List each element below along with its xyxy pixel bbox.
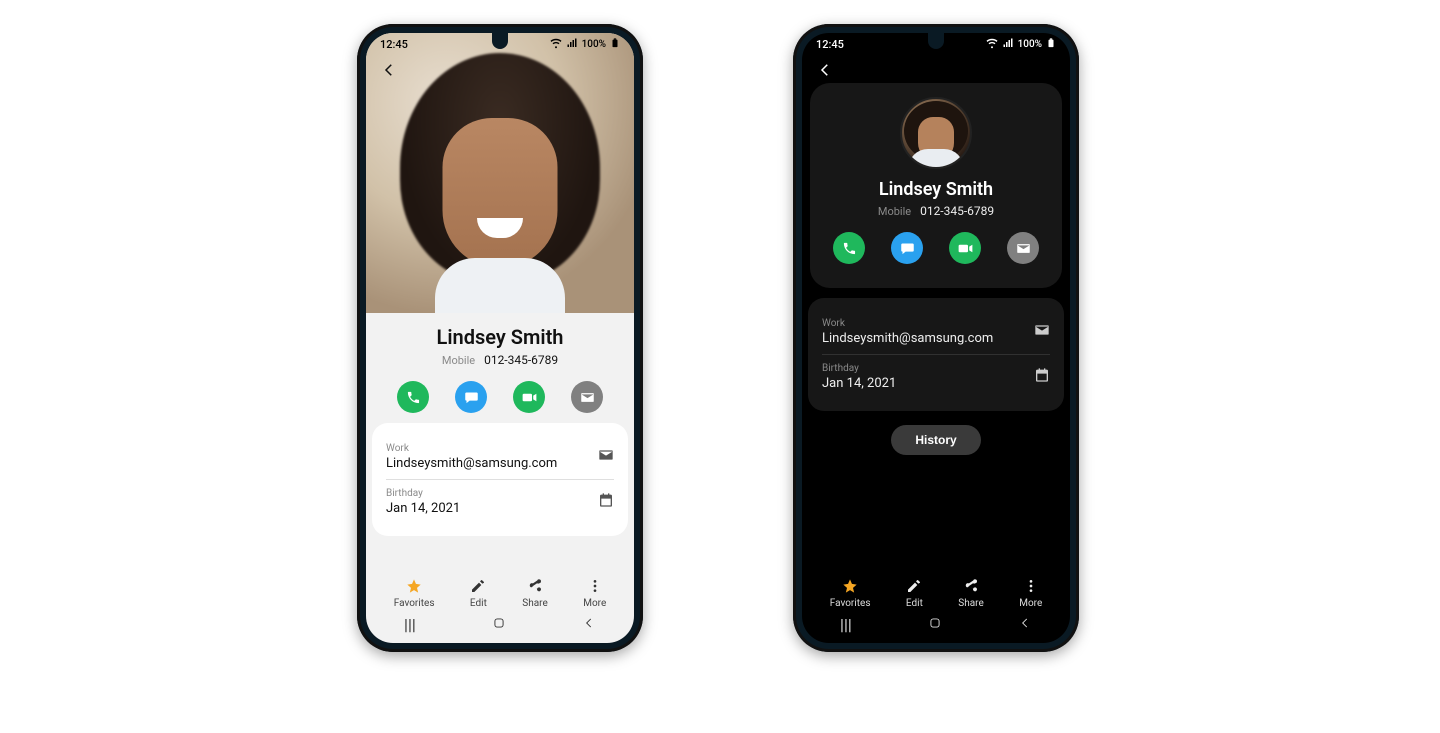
more-button[interactable]: More: [583, 578, 606, 609]
call-button[interactable]: [833, 232, 865, 264]
share-button[interactable]: Share: [522, 578, 547, 609]
more-button[interactable]: More: [1019, 578, 1042, 609]
work-row[interactable]: Work Lindseysmith@samsung.com: [822, 310, 1050, 354]
email-button[interactable]: [1007, 232, 1039, 264]
call-button[interactable]: [397, 381, 429, 413]
mobile-line: Mobile 012-345-6789: [824, 204, 1048, 218]
details-card: Work Lindseysmith@samsung.com Birthday J…: [372, 423, 628, 536]
work-label: Work: [386, 443, 557, 454]
action-row: [366, 381, 634, 413]
system-navbar: |||: [366, 611, 634, 637]
mobile-number: 012-345-6789: [484, 353, 558, 367]
contact-photo: [366, 33, 634, 313]
bottom-bar: Favorites Edit Share More: [802, 578, 1070, 609]
home-nav[interactable]: [492, 615, 506, 634]
back-nav[interactable]: [582, 615, 596, 634]
battery-icon: [1046, 37, 1056, 52]
favorites-button[interactable]: Favorites: [830, 578, 871, 609]
back-button[interactable]: [816, 61, 834, 83]
contact-name: Lindsey Smith: [366, 325, 634, 349]
battery-icon: [610, 37, 620, 52]
birthday-label: Birthday: [822, 363, 896, 374]
history-button[interactable]: History: [891, 425, 980, 455]
video-button[interactable]: [949, 232, 981, 264]
favorites-label: Favorites: [394, 598, 435, 609]
contact-avatar[interactable]: [900, 97, 972, 169]
bottom-bar: Favorites Edit Share More: [366, 578, 634, 609]
more-label: More: [583, 598, 606, 609]
birthday-label: Birthday: [386, 488, 460, 499]
birthday-value: Jan 14, 2021: [822, 376, 896, 391]
signal-icon: [566, 37, 578, 52]
status-icons: 100%: [986, 37, 1056, 52]
status-icons: 100%: [550, 37, 620, 52]
mobile-label: Mobile: [878, 205, 911, 218]
mobile-line: Mobile 012-345-6789: [366, 353, 634, 367]
wifi-icon: [550, 37, 562, 52]
calendar-icon[interactable]: [1034, 367, 1050, 387]
mail-icon[interactable]: [598, 447, 614, 467]
phone-light: 12:45 100%: [357, 24, 643, 652]
battery-text: 100%: [1018, 39, 1042, 50]
share-button[interactable]: Share: [958, 578, 983, 609]
mobile-label: Mobile: [442, 354, 475, 367]
birthday-row[interactable]: Birthday Jan 14, 2021: [386, 479, 614, 524]
home-nav[interactable]: [928, 615, 942, 634]
favorites-label: Favorites: [830, 598, 871, 609]
back-nav[interactable]: [1018, 615, 1032, 634]
work-row[interactable]: Work Lindseysmith@samsung.com: [386, 435, 614, 479]
recents-nav[interactable]: |||: [840, 615, 852, 634]
birthday-value: Jan 14, 2021: [386, 501, 460, 516]
details-card: Work Lindseysmith@samsung.com Birthday J…: [808, 298, 1064, 411]
edit-button[interactable]: Edit: [906, 578, 923, 609]
share-label: Share: [958, 598, 983, 609]
edit-label: Edit: [470, 598, 487, 609]
video-button[interactable]: [513, 381, 545, 413]
email-button[interactable]: [571, 381, 603, 413]
favorites-button[interactable]: Favorites: [394, 578, 435, 609]
system-navbar: |||: [802, 611, 1070, 637]
phone-dark: 12:45 100%: [793, 24, 1079, 652]
share-label: Share: [522, 598, 547, 609]
action-row: [824, 232, 1048, 264]
contact-name: Lindsey Smith: [824, 179, 1048, 200]
screen-dark: 12:45 100%: [802, 33, 1070, 643]
birthday-row[interactable]: Birthday Jan 14, 2021: [822, 354, 1050, 399]
message-button[interactable]: [891, 232, 923, 264]
signal-icon: [1002, 37, 1014, 52]
wifi-icon: [986, 37, 998, 52]
more-label: More: [1019, 598, 1042, 609]
mail-icon[interactable]: [1034, 322, 1050, 342]
status-time: 12:45: [380, 38, 408, 51]
message-button[interactable]: [455, 381, 487, 413]
recents-nav[interactable]: |||: [404, 615, 416, 634]
battery-text: 100%: [582, 39, 606, 50]
mobile-number: 012-345-6789: [920, 204, 994, 218]
camera-notch: [492, 33, 508, 49]
camera-notch: [928, 33, 944, 49]
work-email: Lindseysmith@samsung.com: [386, 456, 557, 471]
status-time: 12:45: [816, 38, 844, 51]
calendar-icon[interactable]: [598, 492, 614, 512]
work-email: Lindseysmith@samsung.com: [822, 331, 993, 346]
screen-light: 12:45 100%: [366, 33, 634, 643]
work-label: Work: [822, 318, 993, 329]
contact-header-card: Lindsey Smith Mobile 012-345-6789: [810, 83, 1062, 288]
edit-button[interactable]: Edit: [470, 578, 487, 609]
edit-label: Edit: [906, 598, 923, 609]
back-button[interactable]: [380, 61, 398, 83]
